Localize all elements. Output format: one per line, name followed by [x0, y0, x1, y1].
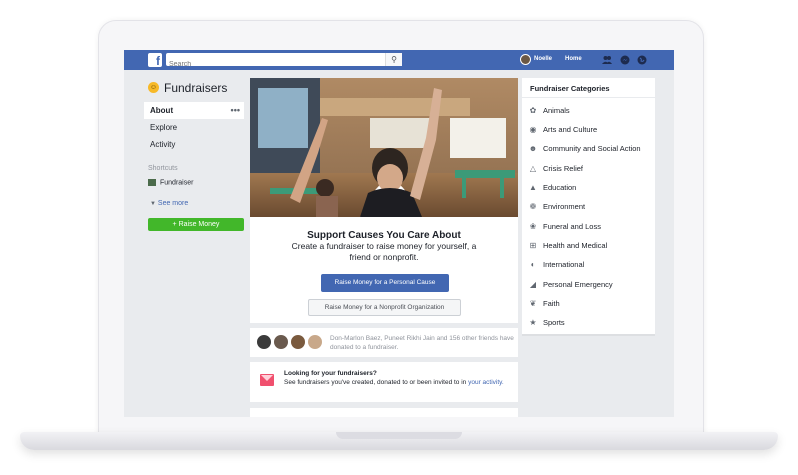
search-box: ⚲	[166, 53, 402, 71]
chevron-down-icon: ▼	[150, 201, 156, 207]
category-label: International	[543, 260, 585, 269]
raise-nonprofit-button[interactable]: Raise Money for a Nonprofit Organization	[308, 299, 461, 316]
category-crisis-relief[interactable]: △ Crisis Relief	[528, 162, 653, 176]
graduation-cap-icon: ▲	[529, 183, 537, 192]
friend-avatar[interactable]	[256, 334, 272, 350]
category-arts-and-culture[interactable]: ◉ Arts and Culture	[528, 123, 653, 137]
category-personal-emergency[interactable]: ◢ Personal Emergency	[528, 278, 653, 292]
category-environment[interactable]: ❁ Environment	[528, 200, 653, 214]
category-animals[interactable]: ✿ Animals	[528, 104, 653, 118]
nav-item-label: About	[150, 106, 174, 115]
friends-donated-card: Don-Marlon Baez, Puneet Rikhi Jain and 1…	[250, 328, 518, 357]
search-icon[interactable]: ⚲	[385, 53, 402, 66]
see-more-link[interactable]: ▼ See more	[150, 200, 188, 207]
looking-description: See fundraisers you've created, donated …	[284, 379, 469, 386]
shortcut-label: Fundraiser	[160, 179, 194, 187]
shortcut-fundraiser[interactable]: Fundraiser	[148, 179, 193, 186]
bottom-card	[250, 408, 518, 417]
category-funeral-and-loss[interactable]: ❀ Funeral and Loss	[528, 220, 653, 234]
shortcuts-heading: Shortcuts	[148, 165, 178, 172]
raise-money-button[interactable]: + Raise Money	[148, 218, 244, 231]
more-options-icon[interactable]: •••	[231, 102, 240, 119]
category-sports[interactable]: ★ Sports	[528, 316, 653, 330]
people-icon: ☻	[528, 144, 538, 153]
raise-personal-cause-button[interactable]: Raise Money for a Personal Cause	[321, 274, 449, 292]
medical-icon: ⊞	[529, 241, 537, 250]
home-link[interactable]: Home	[565, 56, 582, 62]
paw-icon: ✿	[529, 106, 537, 115]
globe-icon: ◐	[530, 260, 536, 269]
category-international[interactable]: ◐ International	[528, 258, 653, 272]
nav-item-activity[interactable]: Activity	[144, 136, 244, 153]
category-label: Environment	[543, 202, 586, 211]
warning-icon: △	[529, 164, 537, 173]
fundraiser-categories-panel: Fundraiser Categories ✿ Animals ◉ Arts a…	[522, 78, 655, 336]
friend-avatar[interactable]	[307, 334, 323, 350]
card-heading: Support Causes You Care About	[307, 230, 461, 241]
category-health-and-medical[interactable]: ⊞ Health and Medical	[528, 239, 653, 253]
category-faith[interactable]: ❦ Faith	[528, 297, 653, 311]
friend-avatar[interactable]	[273, 334, 289, 350]
friend-avatar[interactable]	[290, 334, 306, 350]
looking-text: See fundraisers you've created, donated …	[284, 378, 504, 387]
search-input[interactable]	[166, 58, 379, 71]
your-activity-link[interactable]: your activity.	[468, 379, 504, 386]
card-subheading: Create a fundraiser to raise money for y…	[291, 241, 477, 262]
megaphone-icon: ◢	[529, 280, 537, 289]
nav-item-explore[interactable]: Explore	[144, 119, 244, 136]
category-label: Community and Social Action	[543, 144, 641, 153]
screen: f ⚲ Noelle Home ☺ Fundraisers About ••• …	[124, 50, 674, 417]
profile-link[interactable]: Noelle	[534, 56, 552, 62]
category-label: Education	[543, 183, 577, 192]
category-label: Faith	[543, 299, 560, 308]
messenger-icon[interactable]	[620, 55, 630, 65]
category-label: Funeral and Loss	[543, 222, 601, 231]
friend-requests-icon[interactable]	[602, 55, 612, 65]
palette-icon: ◉	[529, 125, 537, 134]
category-label: Personal Emergency	[543, 280, 613, 289]
user-avatar[interactable]	[520, 54, 531, 65]
see-more-label: See more	[157, 200, 189, 207]
trophy-icon: ★	[529, 318, 537, 327]
category-label: Animals	[543, 106, 570, 115]
facebook-logo-icon[interactable]: f	[148, 53, 162, 68]
flower-icon: ❀	[529, 222, 537, 231]
top-navigation-bar: f ⚲ Noelle Home	[124, 50, 674, 71]
laptop-notch	[336, 432, 462, 439]
nav-item-label: Explore	[150, 123, 178, 132]
hero-image-classroom	[250, 78, 518, 217]
envelope-icon	[260, 374, 274, 386]
nav-item-label: Activity	[150, 140, 176, 149]
globe-notifications-icon[interactable]	[637, 55, 647, 65]
page-title: Fundraisers	[164, 81, 228, 95]
category-label: Sports	[543, 318, 565, 327]
fundraiser-smile-icon: ☺	[148, 82, 159, 93]
categories-heading: Fundraiser Categories	[522, 78, 655, 98]
leaf-icon: ❁	[529, 202, 537, 211]
looking-title: Looking for your fundraisers?	[284, 370, 377, 377]
category-label: Health and Medical	[543, 241, 608, 250]
category-community[interactable]: ☻ Community and Social Action	[528, 142, 653, 156]
hands-icon: ❦	[529, 299, 537, 308]
nav-item-about[interactable]: About •••	[144, 102, 244, 119]
create-fundraiser-card: Support Causes You Care About Create a f…	[250, 217, 518, 323]
shortcut-thumbnail	[148, 179, 156, 186]
category-label: Arts and Culture	[543, 125, 598, 134]
looking-for-fundraisers-card: Looking for your fundraisers? See fundra…	[250, 362, 518, 402]
friends-donated-text: Don-Marlon Baez, Puneet Rikhi Jain and 1…	[330, 335, 514, 351]
category-label: Crisis Relief	[543, 164, 584, 173]
category-education[interactable]: ▲ Education	[528, 181, 653, 195]
